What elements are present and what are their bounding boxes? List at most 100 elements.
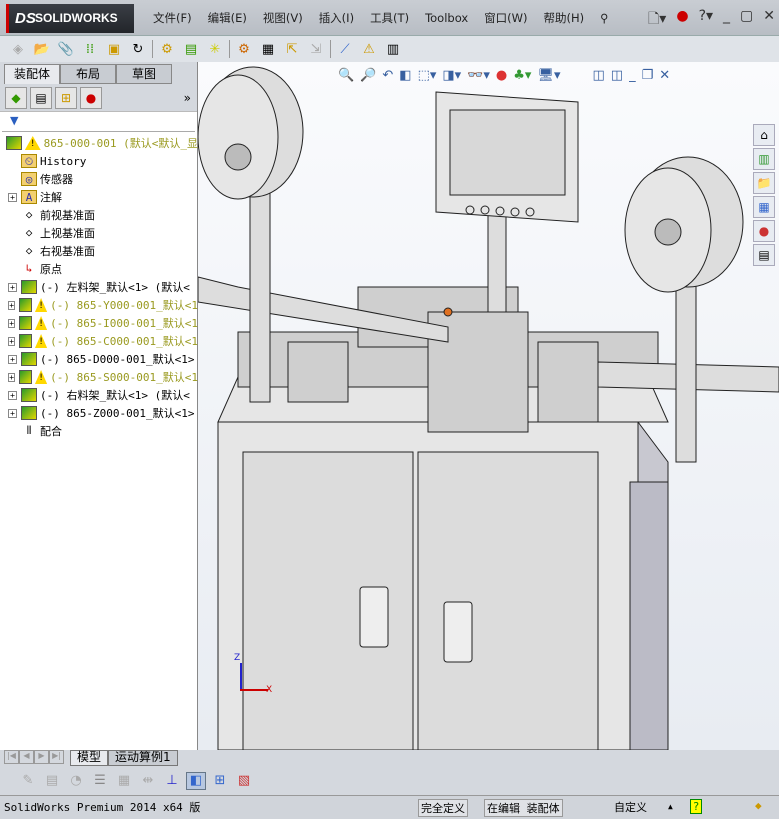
appearances-icon[interactable]: ● xyxy=(753,220,775,242)
units-arrow-icon[interactable]: ▲ xyxy=(668,802,673,811)
expand-toggle-icon[interactable]: + xyxy=(8,336,16,346)
menu-window[interactable]: 窗口(W) xyxy=(476,10,535,26)
tree-item[interactable]: ◎ 传感器 xyxy=(0,170,198,188)
solidworks-resources-icon[interactable]: ⌂ xyxy=(753,124,775,146)
smart-fasteners-icon[interactable]: ▣ xyxy=(104,40,124,58)
tree-item[interactable]: ⏲ History xyxy=(0,152,198,170)
report-icon[interactable]: ▧ xyxy=(234,772,254,790)
custom-properties-icon[interactable]: ▤ xyxy=(753,244,775,266)
menu-toolbox[interactable]: Toolbox xyxy=(417,11,476,25)
assembly-features-icon[interactable]: ▤ xyxy=(181,40,201,58)
new-motion-study-icon[interactable]: ⚙ xyxy=(234,40,254,58)
tree-item[interactable]: + (-) 865-D000-001_默认<1> xyxy=(0,350,198,368)
mate-icon[interactable]: 📎 xyxy=(56,40,76,58)
reference-geometry-icon[interactable]: ✳ xyxy=(205,40,225,58)
bill-of-materials-icon[interactable]: ▦ xyxy=(258,40,278,58)
tab-model[interactable]: 模型 xyxy=(70,750,109,766)
expand-panel-icon[interactable]: » xyxy=(184,91,191,105)
last-tab-button[interactable]: ▶| xyxy=(49,750,64,764)
prev-tab-button[interactable]: ◀ xyxy=(19,750,34,764)
tree-item[interactable]: + A 注解 xyxy=(0,188,198,206)
menu-edit[interactable]: 编辑(E) xyxy=(200,10,255,26)
tree-item[interactable]: +! (-) 865-I000-001_默认<1 xyxy=(0,314,198,332)
solidworks-logo[interactable]: DS SOLIDWORKS xyxy=(6,4,134,33)
separator xyxy=(152,40,153,58)
menu-view[interactable]: 视图(V) xyxy=(255,10,311,26)
tab-motion-study-1[interactable]: 运动算例1 xyxy=(108,750,178,766)
menu-tools[interactable]: 工具(T) xyxy=(362,10,417,26)
tree-item[interactable]: ↳ 原点 xyxy=(0,260,198,278)
clearance-verification-icon[interactable]: ⚠ xyxy=(359,40,379,58)
tab-layout[interactable]: 布局 xyxy=(60,64,116,84)
edit-component-icon[interactable]: ◈ xyxy=(8,40,28,58)
pin-icon[interactable]: ⚲ xyxy=(592,11,616,25)
tab-assembly[interactable]: 装配体 xyxy=(4,64,60,84)
tree-item-label: 865-000-001 (默认<默认_显 xyxy=(43,137,198,150)
linear-pattern-icon[interactable]: ⁞⁞ xyxy=(80,40,100,58)
hole-alignment-icon[interactable]: ▥ xyxy=(383,40,403,58)
tree-item[interactable]: ◇ 右视基准面 xyxy=(0,242,198,260)
align-icon[interactable]: ⇹ xyxy=(138,772,158,790)
first-tab-button[interactable]: |◀ xyxy=(4,750,19,764)
triad-x-label: X xyxy=(266,685,273,695)
3d-view-icon[interactable]: ◧ xyxy=(186,771,206,790)
document-icon[interactable]: ▤ xyxy=(42,772,62,790)
exploded-view-icon[interactable]: ⇱ xyxy=(282,40,302,58)
tree-item[interactable]: +! (-) 865-Y000-001_默认<1 xyxy=(0,296,198,314)
tree-item[interactable]: + (-) 865-Z000-001_默认<1> xyxy=(0,404,198,422)
help-icon[interactable]: ?▾ xyxy=(699,8,713,32)
expand-toggle-icon[interactable]: + xyxy=(8,300,16,310)
list-icon[interactable]: ☰ xyxy=(90,772,110,790)
new-document-icon[interactable]: 🗋▾ xyxy=(648,8,666,32)
tree-item-label: (-) 865-C000-001_默认<1 xyxy=(50,335,198,348)
menu-file[interactable]: 文件(F) xyxy=(145,10,200,26)
tag-icon[interactable]: ◆ xyxy=(755,799,762,812)
axis-icon[interactable]: ⊥ xyxy=(162,772,182,790)
appearance-icon[interactable]: ◔ xyxy=(66,772,86,790)
filter-icon[interactable]: ▼ xyxy=(2,112,195,132)
quick-tips-icon[interactable]: ? xyxy=(690,799,702,814)
interference-detection-icon[interactable]: ⟋ xyxy=(335,40,355,58)
explode-line-sketch-icon[interactable]: ⇲ xyxy=(306,40,326,58)
next-tab-button[interactable]: ▶ xyxy=(34,750,49,764)
configuration-manager-icon[interactable]: ⊞ xyxy=(55,86,77,109)
grid-icon[interactable]: ▦ xyxy=(114,772,134,790)
display-manager-icon[interactable]: ● xyxy=(80,86,102,109)
maximize-button[interactable]: ▢ xyxy=(740,8,753,32)
move-component-icon[interactable]: ↻ xyxy=(128,40,148,58)
graphics-viewport[interactable]: 🔍 🔎 ↶ ◧ ⬚▾ ◨▾ 👓▾ ● ♣▾ 🖥▾ ◫ ◫ _ ❐ ✕ Z X ⌂… xyxy=(198,62,779,750)
property-manager-icon[interactable]: ▤ xyxy=(30,86,52,109)
rebuild-traffic-light-icon[interactable]: ● xyxy=(676,8,688,32)
feature-manager-icon[interactable]: ◆ xyxy=(5,86,27,109)
expand-toggle-icon[interactable]: + xyxy=(8,372,16,382)
tree-item[interactable]: +! (-) 865-S000-001_默认<1 xyxy=(0,368,198,386)
expand-toggle-icon[interactable]: + xyxy=(8,318,16,328)
units-selector[interactable]: 自定义 xyxy=(614,799,647,815)
expand-toggle-icon[interactable]: + xyxy=(8,282,17,292)
edit-icon[interactable]: ✎ xyxy=(18,772,38,790)
expand-toggle-icon[interactable]: + xyxy=(8,192,17,202)
tab-sketch[interactable]: 草图 xyxy=(116,64,172,84)
close-button[interactable]: ✕ xyxy=(763,8,775,32)
design-library-icon[interactable]: ▥ xyxy=(753,148,775,170)
menu-help[interactable]: 帮助(H) xyxy=(536,10,593,26)
tree-item[interactable]: + (-) 右料架_默认<1> (默认< xyxy=(0,386,198,404)
tree-item[interactable]: ◇ 前视基准面 xyxy=(0,206,198,224)
view-palette-icon[interactable]: ▦ xyxy=(753,196,775,218)
tree-item[interactable]: +! (-) 865-C000-001_默认<1 xyxy=(0,332,198,350)
menu-insert[interactable]: 插入(I) xyxy=(311,10,362,26)
expand-toggle-icon[interactable]: + xyxy=(8,354,17,364)
expand-toggle-icon[interactable]: + xyxy=(8,390,17,400)
expand-toggle-icon[interactable]: + xyxy=(8,408,17,418)
monitor xyxy=(435,91,579,313)
minimize-button[interactable]: _ xyxy=(723,8,730,32)
tree-item[interactable]: ! 865-000-001 (默认<默认_显 xyxy=(0,134,198,152)
insert-component-icon[interactable]: 📂 xyxy=(32,40,52,58)
table-icon[interactable]: ⊞ xyxy=(210,772,230,790)
show-hidden-icon[interactable]: ⚙ xyxy=(157,40,177,58)
tree-item[interactable]: ◇ 上视基准面 xyxy=(0,224,198,242)
separator xyxy=(229,40,230,58)
tree-item[interactable]: + (-) 左料架_默认<1> (默认< xyxy=(0,278,198,296)
file-explorer-icon[interactable]: 📁 xyxy=(753,172,775,194)
tree-item[interactable]: ⫴ 配合 xyxy=(0,422,198,440)
